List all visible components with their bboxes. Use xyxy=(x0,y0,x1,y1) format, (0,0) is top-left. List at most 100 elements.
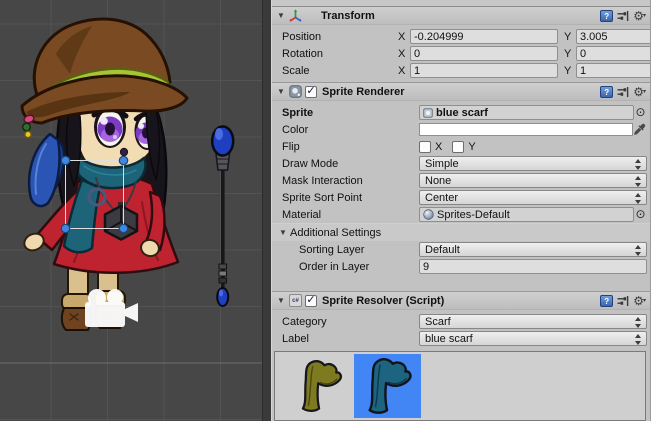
dropdown-arrows-icon xyxy=(634,159,642,170)
selection-handle[interactable] xyxy=(61,156,69,164)
sprite-sort-point-row: Sprite Sort Point Center xyxy=(272,189,650,206)
order-in-layer-row: Order in Layer xyxy=(272,258,650,275)
sprite-variant-selector xyxy=(274,351,646,421)
blue-scarf-thumbnail[interactable] xyxy=(354,354,421,418)
material-object-field[interactable]: Sprites-Default xyxy=(419,207,634,222)
scale-row: Scale X Y Z xyxy=(272,62,650,79)
sprite-row: Sprite blue scarf ⊙ xyxy=(272,104,650,121)
help-icon[interactable]: ? xyxy=(600,295,613,307)
material-label: Material xyxy=(282,209,419,221)
flip-y-label: Y xyxy=(468,141,475,153)
sprite-resolver-header[interactable]: ▼ c# ✓ Sprite Resolver (Script) ? ⚙▾ xyxy=(272,291,650,310)
mask-interaction-dropdown[interactable]: None xyxy=(419,173,647,188)
selection-handle[interactable] xyxy=(119,224,127,232)
rotation-label: Rotation xyxy=(282,48,398,60)
dropdown-arrows-icon xyxy=(634,334,642,345)
color-row: Color xyxy=(272,121,650,138)
sprite-object-field[interactable]: blue scarf xyxy=(419,105,634,120)
transform-body: Position X Y Z Rotation X Y Z Scale X xyxy=(272,25,650,82)
category-row: Category Scarf xyxy=(272,313,650,330)
position-label: Position xyxy=(282,31,398,43)
sprite-sort-point-dropdown[interactable]: Center xyxy=(419,190,647,205)
label-row: Label blue scarf xyxy=(272,330,650,347)
scale-x-field[interactable] xyxy=(410,63,558,78)
sprite-renderer-header[interactable]: ▼ ✓ Sprite Renderer ? ⚙▾ xyxy=(272,82,650,101)
sprite-label: Sprite xyxy=(282,107,419,119)
material-sphere-icon xyxy=(423,209,434,220)
y-axis-label: Y xyxy=(564,65,576,77)
witch-hat xyxy=(22,19,187,123)
object-picker-icon[interactable]: ⊙ xyxy=(634,207,647,222)
sprite-renderer-icon xyxy=(289,85,302,98)
eyedropper-icon[interactable] xyxy=(633,123,647,136)
foldout-arrow-icon[interactable]: ▼ xyxy=(276,7,286,24)
gear-icon[interactable]: ⚙▾ xyxy=(633,295,646,307)
inspector-top-strip xyxy=(272,0,650,7)
draw-mode-dropdown[interactable]: Simple xyxy=(419,156,647,171)
dropdown-arrows-icon xyxy=(634,317,642,328)
category-dropdown[interactable]: Scarf xyxy=(419,314,647,329)
dropdown-arrows-icon xyxy=(634,193,642,204)
gear-icon[interactable]: ⚙▾ xyxy=(633,10,646,22)
label-dropdown[interactable]: blue scarf xyxy=(419,331,647,346)
staff-prop[interactable] xyxy=(212,127,233,307)
rotation-row: Rotation X Y Z xyxy=(272,45,650,62)
preset-icon[interactable] xyxy=(617,295,629,307)
sorting-layer-label: Sorting Layer xyxy=(299,244,419,256)
object-picker-icon[interactable]: ⊙ xyxy=(634,105,647,120)
sprite-sort-point-label: Sprite Sort Point xyxy=(282,192,419,204)
y-axis-label: Y xyxy=(564,31,576,43)
order-in-layer-label: Order in Layer xyxy=(299,261,419,273)
panel-divider[interactable] xyxy=(262,0,271,421)
preset-icon[interactable] xyxy=(617,86,629,98)
green-scarf-thumbnail[interactable] xyxy=(286,354,353,418)
camera-gizmo[interactable] xyxy=(85,289,138,327)
sprite-mini-icon xyxy=(423,108,433,118)
mask-interaction-row: Mask Interaction None xyxy=(272,172,650,189)
component-title: Transform xyxy=(321,10,375,22)
color-label: Color xyxy=(282,124,419,136)
material-row: Material Sprites-Default ⊙ xyxy=(272,206,650,223)
foldout-arrow-icon[interactable]: ▼ xyxy=(278,224,288,241)
flip-x-checkbox[interactable] xyxy=(419,141,431,153)
witch-girl-character[interactable] xyxy=(22,19,187,330)
material-value: Sprites-Default xyxy=(437,209,510,221)
flip-y-checkbox[interactable] xyxy=(452,141,464,153)
preset-icon[interactable] xyxy=(617,10,629,22)
flip-label: Flip xyxy=(282,141,419,153)
component-enabled-checkbox[interactable]: ✓ xyxy=(305,295,317,307)
selection-handle[interactable] xyxy=(61,224,69,232)
help-icon[interactable]: ? xyxy=(600,86,613,98)
selection-handle[interactable] xyxy=(119,156,127,164)
flip-x-label: X xyxy=(435,141,442,153)
component-title: Sprite Resolver (Script) xyxy=(322,295,444,307)
foldout-arrow-icon[interactable]: ▼ xyxy=(276,83,286,100)
dropdown-arrows-icon xyxy=(634,245,642,256)
mask-interaction-label: Mask Interaction xyxy=(282,175,419,187)
position-x-field[interactable] xyxy=(410,29,558,44)
x-axis-label: X xyxy=(398,65,410,77)
scene-view[interactable] xyxy=(0,0,262,421)
additional-settings-label: Additional Settings xyxy=(290,227,381,239)
gear-icon[interactable]: ⚙▾ xyxy=(633,86,646,98)
component-title: Sprite Renderer xyxy=(322,86,405,98)
transform-header[interactable]: ▼ Transform ? xyxy=(272,7,650,25)
label-label: Label xyxy=(282,333,419,345)
x-axis-label: X xyxy=(398,31,410,43)
help-icon[interactable]: ? xyxy=(600,10,613,22)
color-swatch[interactable] xyxy=(419,123,633,136)
sprite-resolver-body: Category Scarf Label blue scarf xyxy=(272,310,650,421)
flip-row: Flip X Y xyxy=(272,138,650,155)
sorting-layer-dropdown[interactable]: Default xyxy=(419,242,647,257)
scene-canvas xyxy=(0,0,262,421)
order-in-layer-field[interactable] xyxy=(419,259,647,274)
rotation-x-field[interactable] xyxy=(410,46,558,61)
position-y-field[interactable] xyxy=(576,29,651,44)
additional-settings-foldout[interactable]: ▼ Additional Settings xyxy=(272,223,650,241)
foldout-arrow-icon[interactable]: ▼ xyxy=(276,292,286,309)
inspector-panel: ▼ Transform ? xyxy=(271,0,651,421)
transform-tool-icon xyxy=(289,9,302,22)
rotation-y-field[interactable] xyxy=(576,46,651,61)
scale-y-field[interactable] xyxy=(576,63,651,78)
component-enabled-checkbox[interactable]: ✓ xyxy=(305,86,317,98)
